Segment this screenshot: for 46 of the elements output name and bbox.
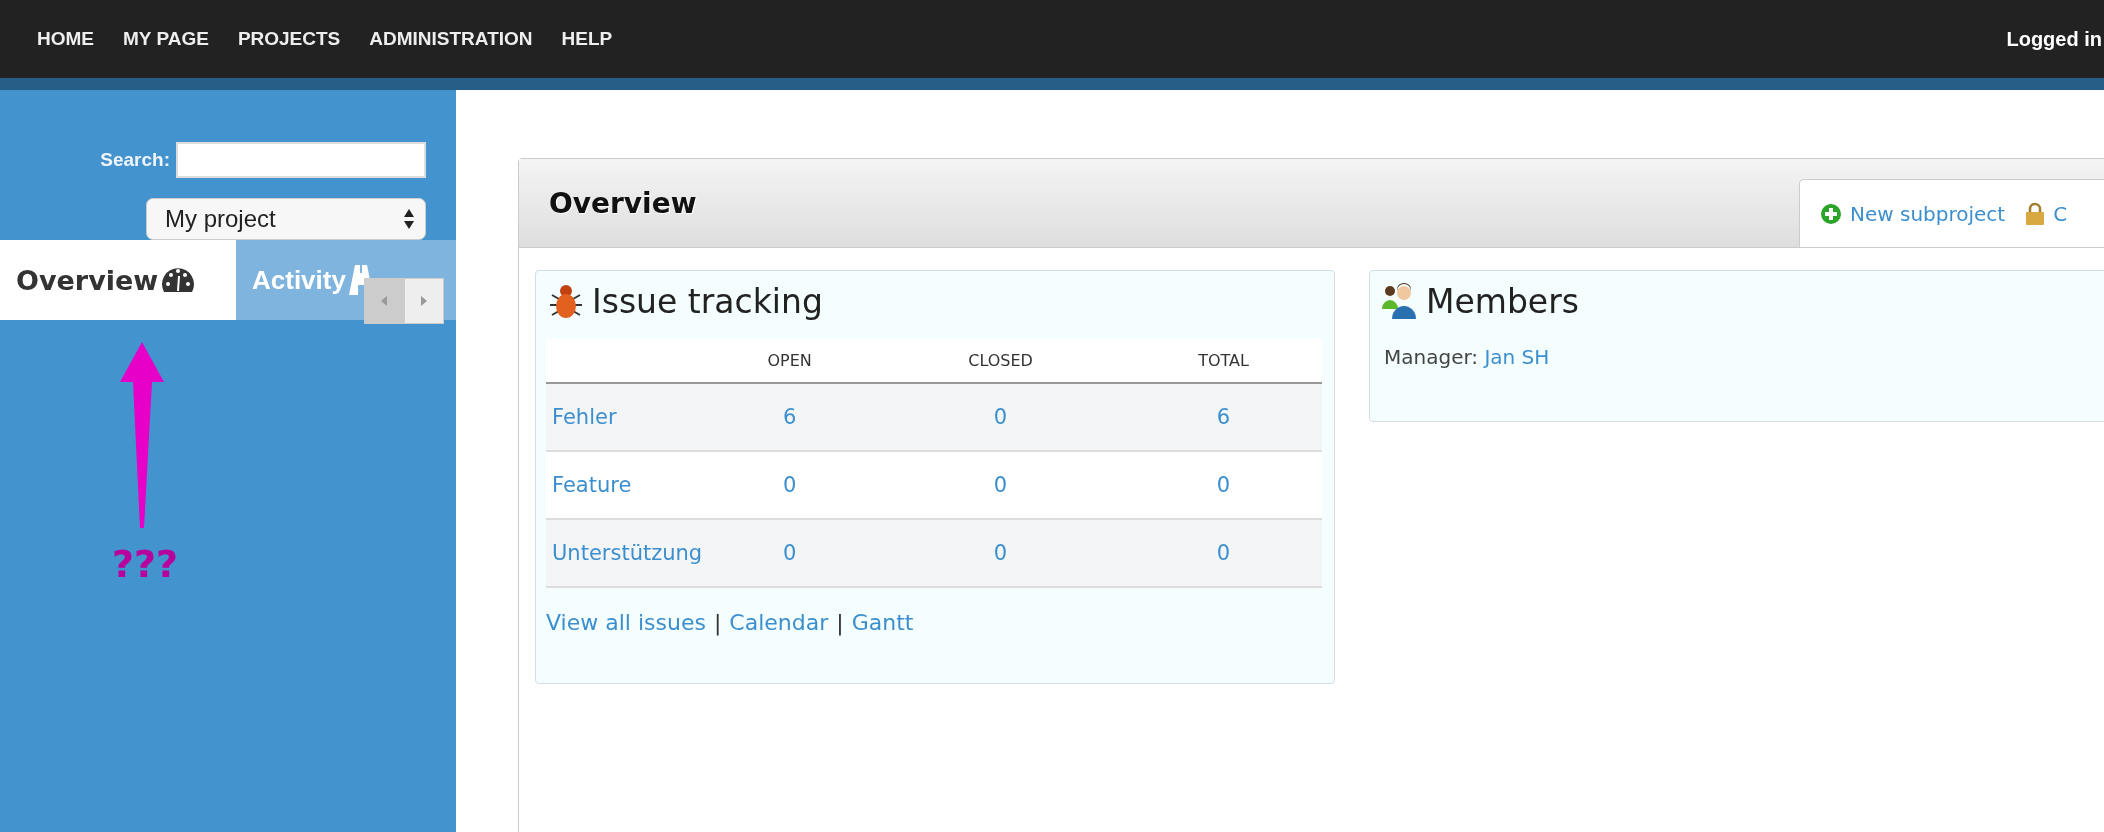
count-link[interactable]: 6	[1216, 405, 1231, 429]
count-link[interactable]: 0	[993, 473, 1008, 497]
separator: |	[713, 610, 722, 635]
tracker-link[interactable]: Fehler	[552, 405, 617, 429]
add-icon	[1820, 202, 1842, 225]
gauge-icon	[160, 267, 197, 293]
role-label: Manager:	[1384, 345, 1479, 369]
updown-arrows-icon	[403, 208, 415, 230]
left-triangle-icon	[380, 295, 388, 307]
lock-icon	[2025, 201, 2046, 226]
count-link[interactable]: 0	[1216, 473, 1231, 497]
sidebar-tab[interactable]: Overview	[0, 240, 236, 320]
right-triangle-icon	[420, 295, 428, 307]
issues-link[interactable]: Gantt	[851, 610, 914, 635]
scroll-right-button[interactable]	[404, 278, 444, 324]
top-menu-link[interactable]: ADMINISTRATION	[369, 28, 533, 50]
count-link[interactable]: 0	[993, 541, 1008, 565]
scroll-left-button[interactable]	[364, 278, 404, 324]
contextual-link[interactable]: New subproject	[1820, 201, 2006, 226]
tracker-link[interactable]: Feature	[552, 473, 632, 497]
column-header: TOTAL	[1125, 339, 1322, 383]
top-menu-link[interactable]: MY PAGE	[123, 28, 209, 50]
top-menu-link[interactable]: PROJECTS	[237, 28, 341, 50]
count-link[interactable]: 0	[782, 473, 797, 497]
member-link[interactable]: Jan SH	[1484, 345, 1550, 369]
top-menu-link[interactable]: HELP	[561, 28, 613, 50]
top-menu-link[interactable]: HOME	[37, 28, 94, 50]
annotation-text: ???	[112, 542, 180, 586]
box-title: Issue tracking	[592, 281, 823, 321]
page-title: Overview	[549, 186, 697, 220]
project-select[interactable]: My project	[146, 198, 426, 240]
contextual-link[interactable]: C	[2025, 201, 2068, 226]
count-link[interactable]: 6	[782, 405, 797, 429]
count-link[interactable]: 0	[1216, 541, 1231, 565]
count-link[interactable]: 0	[993, 405, 1008, 429]
column-header: CLOSED	[876, 339, 1126, 383]
separator: |	[836, 610, 844, 635]
count-link[interactable]: 0	[782, 541, 797, 565]
issues-link[interactable]: View all issues	[546, 610, 706, 635]
search-field[interactable]	[176, 142, 426, 178]
tracker-link[interactable]: Unterstützung	[552, 541, 703, 565]
logged-in-text: Logged in	[2006, 27, 2103, 51]
column-header: OPEN	[703, 339, 877, 383]
box-title: Members	[1426, 281, 1579, 321]
issues-link[interactable]: Calendar	[729, 610, 829, 635]
search-label: Search:	[100, 149, 170, 171]
